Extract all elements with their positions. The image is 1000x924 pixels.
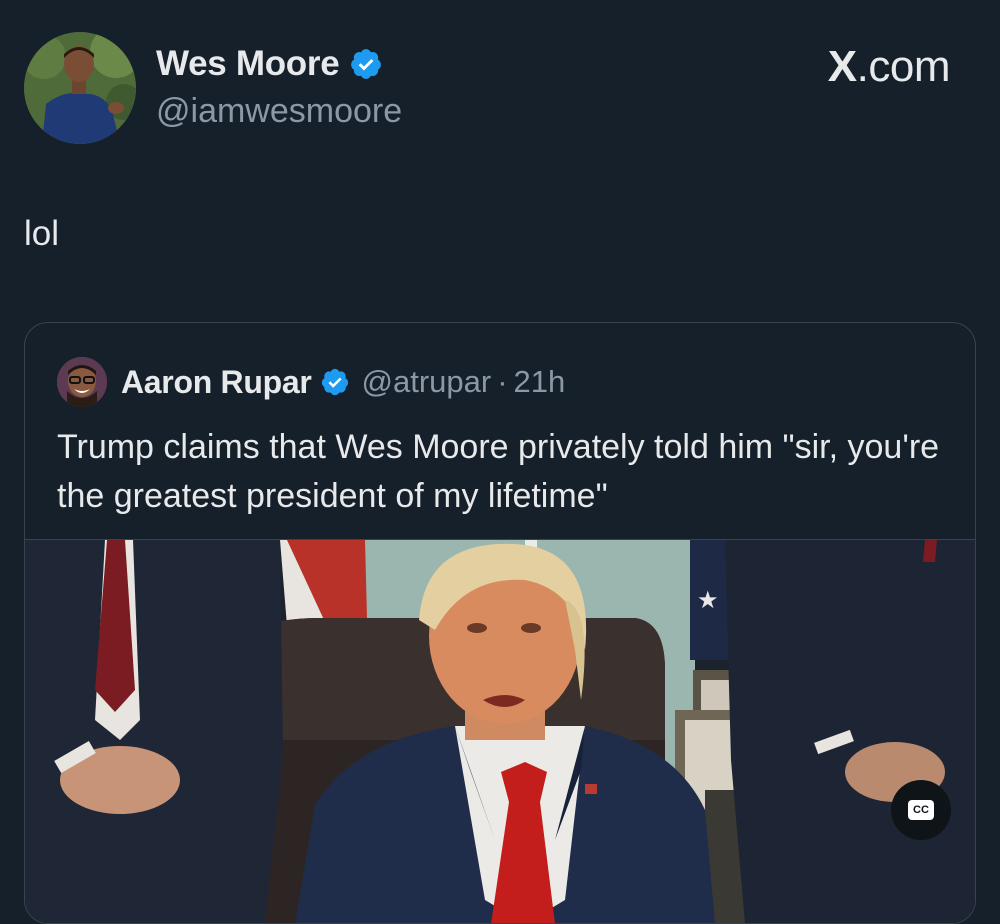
tweet-header: Wes Moore @iamwesmoore X.com [24,30,976,146]
closed-captions-button[interactable]: CC [891,780,951,840]
quoted-timestamp[interactable]: 21h [514,364,566,400]
verified-badge-icon [351,49,382,79]
quoted-author-handle[interactable]: @atrupar [362,364,492,400]
quoted-author-name[interactable]: Aaron Rupar [121,364,312,401]
video-frame-image: ★ [25,540,975,923]
quoted-tweet-header: Aaron Rupar @atrupar · 21h [57,357,565,407]
author-name-row: Wes Moore [156,44,383,84]
quoted-tweet-card[interactable]: Aaron Rupar @atrupar · 21h Trump claims … [24,322,976,924]
closed-captions-icon: CC [908,800,934,820]
quoted-tweet-text: Trump claims that Wes Moore privately to… [57,428,940,515]
author-name[interactable]: Wes Moore [156,44,340,84]
author-handle[interactable]: @iamwesmoore [156,92,402,131]
author-avatar[interactable] [24,32,136,144]
tweet-text: lol [24,214,60,253]
aaron-rupar-avatar-icon [57,357,107,407]
brand-prefix: X [827,42,857,91]
quoted-video-media[interactable]: ★ CC [25,539,975,923]
brand-watermark: X.com [827,42,951,92]
quoted-verified-badge-icon [321,368,348,396]
meta-separator: · [497,364,508,399]
wes-moore-avatar-icon [24,32,136,144]
quoted-author-avatar[interactable] [57,357,107,407]
brand-suffix: .com [856,42,951,91]
svg-text:★: ★ [697,586,719,614]
